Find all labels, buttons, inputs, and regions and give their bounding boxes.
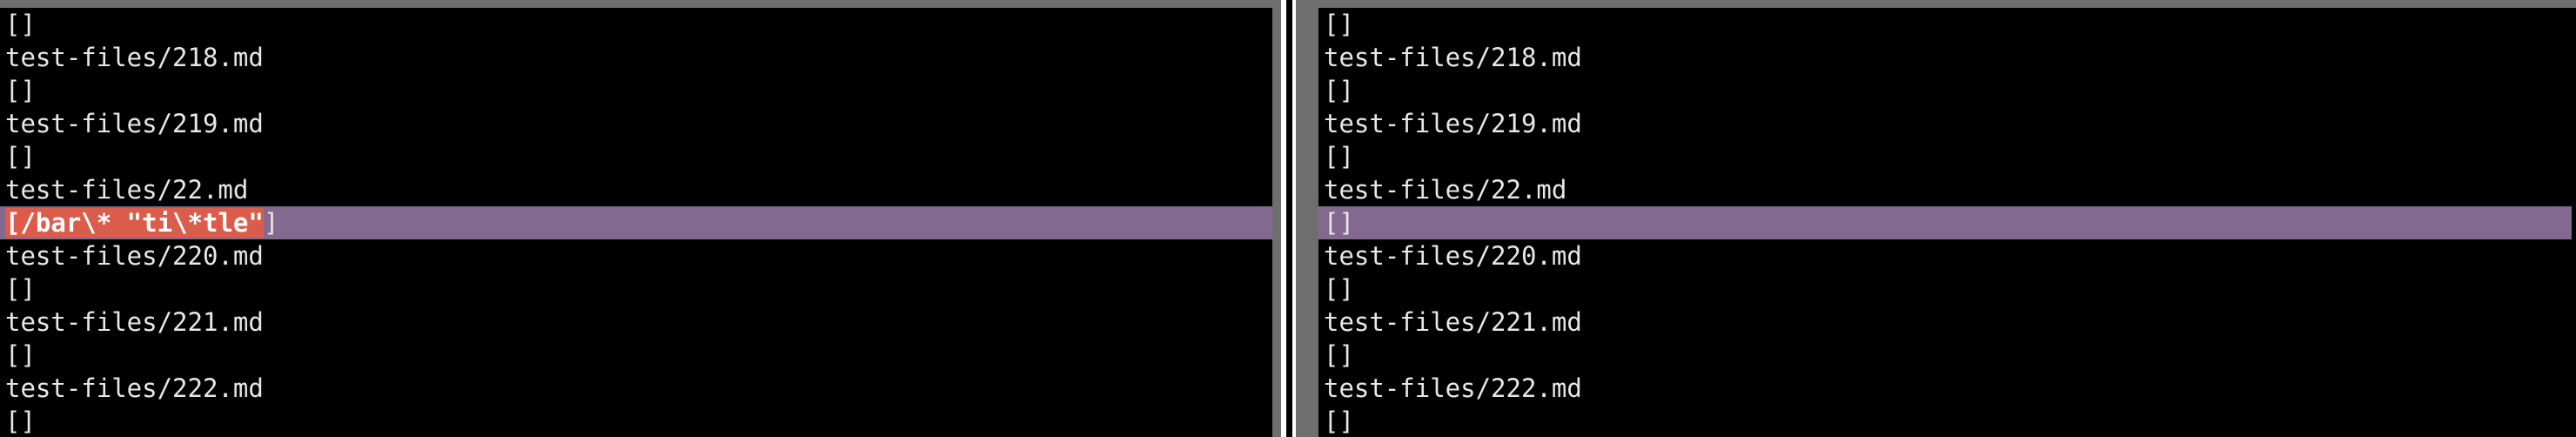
- right-changed-line: []: [1318, 206, 2572, 239]
- left-line-8: test-files/220.md: [5, 241, 264, 271]
- left-line-6: test-files/22.md: [5, 175, 249, 205]
- left-changed-close-bracket: ]: [263, 208, 279, 238]
- right-line-12: test-files/222.md: [1324, 373, 1582, 403]
- left-line-9: []: [5, 274, 36, 304]
- right-line-3: []: [1324, 76, 1354, 105]
- divider-gap: [1286, 0, 1292, 437]
- right-pane[interactable]: [] test-files/218.md [] test-files/219.m…: [1318, 8, 2576, 437]
- right-line-1: []: [1324, 10, 1354, 39]
- left-changed-text: /bar\* "ti\*tle": [20, 208, 264, 238]
- left-changed-line: [/bar\* "ti\*tle"]: [0, 206, 1272, 239]
- left-pane[interactable]: [] test-files/218.md [] test-files/219.m…: [0, 8, 1272, 437]
- left-line-13: []: [5, 407, 36, 436]
- divider-line-2: [1292, 0, 1296, 437]
- right-line-11: []: [1324, 340, 1354, 370]
- left-line-3: []: [5, 76, 36, 105]
- right-line-2: test-files/218.md: [1324, 43, 1582, 72]
- right-line-10: test-files/221.md: [1324, 307, 1582, 337]
- right-line-8: test-files/220.md: [1324, 241, 1582, 271]
- diff-window: [] test-files/218.md [] test-files/219.m…: [0, 0, 2576, 437]
- right-line-6: test-files/22.md: [1324, 175, 1567, 205]
- left-line-12: test-files/222.md: [5, 373, 264, 403]
- left-line-1: []: [5, 10, 36, 39]
- left-line-4: test-files/219.md: [5, 109, 264, 138]
- left-changed-open-bracket: [: [5, 208, 21, 238]
- left-line-2: test-files/218.md: [5, 43, 264, 72]
- left-line-10: test-files/221.md: [5, 307, 264, 337]
- left-line-11: []: [5, 340, 36, 370]
- right-line-4: test-files/219.md: [1324, 109, 1582, 138]
- left-line-5: []: [5, 142, 36, 171]
- right-line-5: []: [1324, 142, 1354, 171]
- right-line-9: []: [1324, 274, 1354, 304]
- right-line-13: []: [1324, 407, 1354, 436]
